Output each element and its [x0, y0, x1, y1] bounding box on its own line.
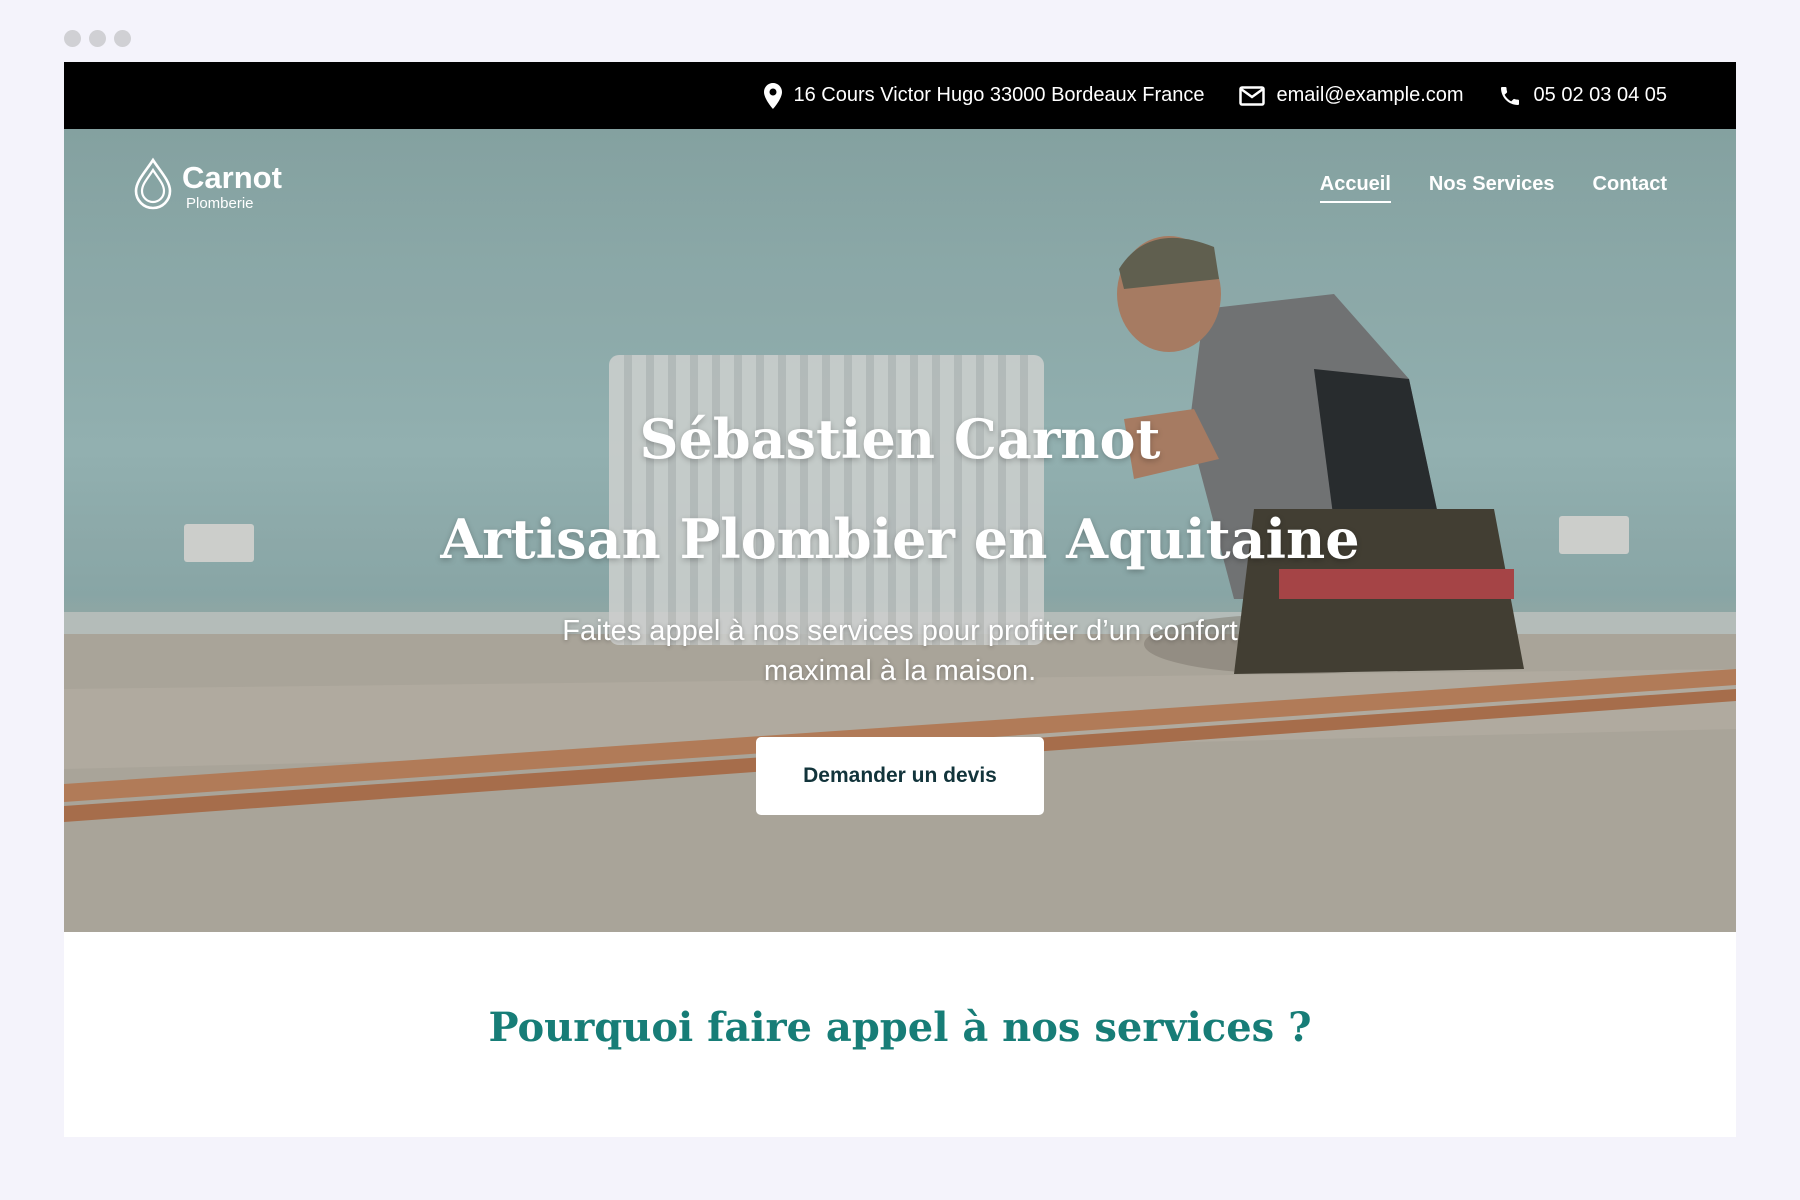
logo[interactable]: Carnot Plomberie	[132, 157, 282, 215]
contact-bar: 16 Cours Victor Hugo 33000 Bordeaux Fran…	[64, 62, 1736, 129]
window-controls	[64, 30, 131, 47]
main-nav: Accueil Nos Services Contact	[1319, 173, 1667, 203]
logo-name: Carnot	[182, 159, 282, 195]
request-quote-button[interactable]: Demander un devis	[756, 737, 1044, 815]
website-frame: 16 Cours Victor Hugo 33000 Bordeaux Fran…	[64, 62, 1736, 1137]
window-dot	[64, 30, 81, 47]
why-us-section: Pourquoi faire appel à nos services ?	[64, 932, 1736, 1051]
hero-title-line1: Sébastien Carnot	[639, 407, 1161, 471]
water-drop-icon	[132, 157, 174, 215]
window-dot	[89, 30, 106, 47]
hero-title-line2: Artisan Plombier en Aquitaine	[440, 507, 1360, 571]
hero-section: Carnot Plomberie Accueil Nos Services Co…	[64, 129, 1736, 932]
logo-text: Carnot Plomberie	[182, 162, 282, 211]
mail-icon	[1238, 85, 1265, 106]
hero-content: Sébastien Carnot Artisan Plombier en Aqu…	[64, 389, 1736, 815]
nav-item-contact[interactable]: Contact	[1593, 173, 1667, 203]
section-title: Pourquoi faire appel à nos services ?	[488, 1004, 1312, 1051]
phone-icon	[1498, 84, 1522, 108]
email-link[interactable]: email@example.com	[1277, 84, 1464, 107]
hero-description: Faites appel à nos services pour profite…	[562, 615, 1238, 687]
hero-title: Sébastien Carnot Artisan Plombier en Aqu…	[64, 389, 1736, 589]
map-pin-icon	[763, 82, 782, 109]
nav-item-nos-services[interactable]: Nos Services	[1429, 173, 1555, 203]
nav-item-accueil[interactable]: Accueil	[1319, 173, 1391, 203]
address-item: 16 Cours Victor Hugo 33000 Bordeaux Fran…	[763, 82, 1205, 109]
window-dot	[114, 30, 131, 47]
address-text: 16 Cours Victor Hugo 33000 Bordeaux Fran…	[793, 84, 1205, 106]
phone-item[interactable]: 05 02 03 04 05	[1498, 84, 1667, 108]
email-item[interactable]: email@example.com	[1238, 84, 1464, 107]
phone-link[interactable]: 05 02 03 04 05	[1534, 84, 1667, 107]
logo-subtitle: Plomberie	[186, 194, 254, 212]
